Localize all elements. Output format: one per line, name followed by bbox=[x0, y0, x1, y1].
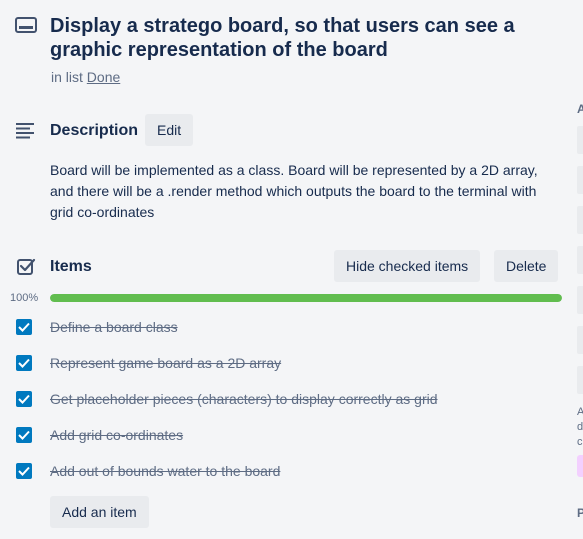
sidebar-heading-partial: P bbox=[577, 506, 583, 520]
in-list-line: in list Done bbox=[51, 68, 120, 86]
sidebar-button-partial[interactable] bbox=[577, 366, 583, 394]
sidebar-button-partial[interactable] bbox=[577, 326, 583, 354]
card-icon bbox=[15, 17, 37, 33]
edit-description-button[interactable]: Edit bbox=[145, 114, 194, 146]
sidebar-label-partial[interactable] bbox=[577, 455, 583, 477]
sidebar-text-partial: A bbox=[577, 406, 583, 418]
sidebar-button-partial[interactable] bbox=[577, 126, 583, 154]
sidebar-button-partial[interactable] bbox=[577, 246, 583, 274]
checklist-item-text[interactable]: Get placeholder pieces (characters) to d… bbox=[50, 389, 438, 409]
list-link[interactable]: Done bbox=[87, 69, 120, 85]
checkbox-checked-icon[interactable] bbox=[16, 427, 32, 443]
in-list-prefix: in list bbox=[51, 69, 83, 85]
checkbox-checked-icon[interactable] bbox=[16, 391, 32, 407]
checkbox-checked-icon[interactable] bbox=[16, 355, 32, 371]
checklist-item[interactable]: Add out of bounds water to the board bbox=[0, 453, 575, 489]
sidebar-button-partial[interactable] bbox=[577, 166, 583, 194]
checklist-item[interactable]: Get placeholder pieces (characters) to d… bbox=[0, 381, 575, 417]
hide-checked-items-button[interactable]: Hide checked items bbox=[334, 250, 481, 282]
description-heading: Description bbox=[50, 122, 139, 139]
delete-checklist-button[interactable]: Delete bbox=[494, 250, 559, 282]
progress-percent: 100% bbox=[10, 292, 39, 304]
description-icon bbox=[16, 123, 34, 139]
description-text[interactable]: Board will be implemented as a class. Bo… bbox=[50, 160, 560, 223]
sidebar-text-partial: d bbox=[577, 421, 583, 433]
checklist-item-text[interactable]: Add out of bounds water to the board bbox=[50, 461, 280, 481]
checklist-item[interactable]: Define a board class bbox=[0, 309, 575, 345]
sidebar-heading-partial: A bbox=[577, 102, 583, 116]
add-item-button[interactable]: Add an item bbox=[50, 496, 149, 528]
checklist-item-text[interactable]: Represent game board as a 2D array bbox=[50, 353, 281, 373]
card-title[interactable]: Display a stratego board, so that users … bbox=[50, 14, 575, 62]
checklist-item[interactable]: Add grid co-ordinates bbox=[0, 417, 575, 453]
sidebar-button-partial[interactable] bbox=[577, 206, 583, 234]
checklist-item[interactable]: Represent game board as a 2D array bbox=[0, 345, 575, 381]
sidebar-button-partial[interactable] bbox=[577, 286, 583, 314]
checklist-icon bbox=[17, 258, 36, 275]
progress-bar bbox=[50, 294, 562, 302]
checklist-item-text[interactable]: Add grid co-ordinates bbox=[50, 425, 183, 445]
sidebar-text-partial: c bbox=[577, 436, 583, 448]
checklist-heading: Items bbox=[50, 258, 92, 275]
checkbox-checked-icon[interactable] bbox=[16, 319, 32, 335]
checklist-item-text[interactable]: Define a board class bbox=[50, 317, 178, 337]
progress-fill bbox=[50, 294, 562, 302]
checkbox-checked-icon[interactable] bbox=[16, 463, 32, 479]
